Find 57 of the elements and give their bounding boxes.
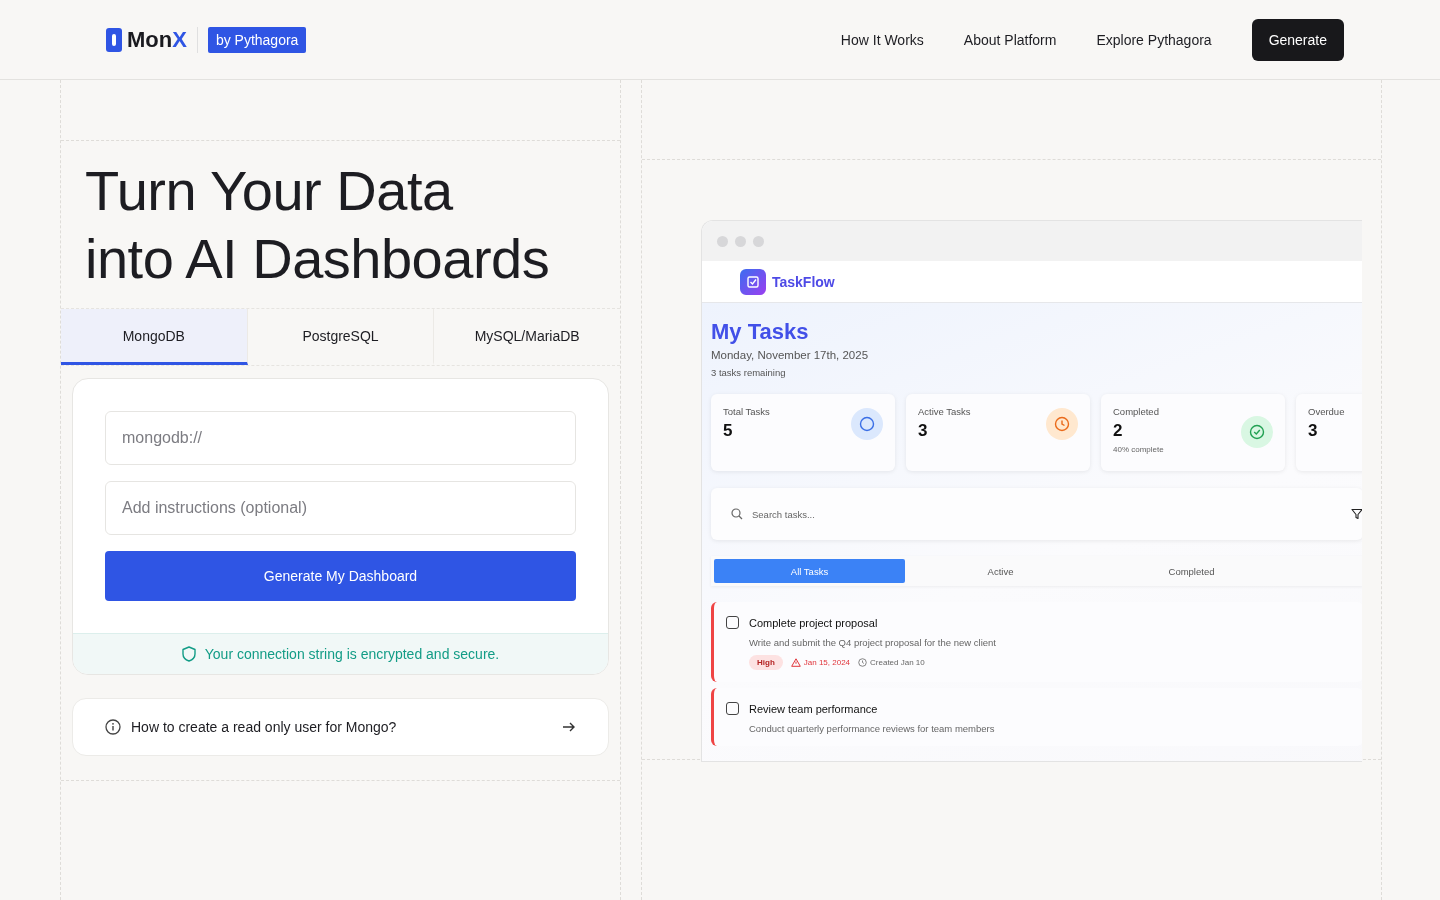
priority-tag: High [749, 655, 783, 670]
task-title: Complete project proposal [749, 616, 878, 629]
brand-badge: by Pythagora [207, 26, 307, 53]
page-title: My Tasks [711, 319, 810, 345]
database-tab[interactable]: PostgreSQL [247, 309, 435, 365]
search-icon [731, 508, 743, 520]
shield-icon [181, 646, 196, 662]
warning-icon [790, 658, 801, 667]
app-name: TaskFlow [772, 273, 835, 290]
logo-text: MonX [127, 26, 187, 53]
task-tab[interactable]: Active [905, 559, 1096, 583]
task-description: Conduct quarterly performance reviews for team members [749, 723, 996, 734]
task-tab[interactable]: Completed [1096, 559, 1287, 583]
task-checkbox[interactable] [726, 702, 739, 715]
search-field[interactable]: Search tasks... [711, 488, 1362, 540]
remaining-text: 3 tasks remaining [711, 367, 787, 378]
hero-title: Turn Your Data into AI Dashboards [85, 158, 551, 292]
stat-value: 3 [1308, 421, 1319, 441]
nav-link[interactable]: Explore Pythagora [1096, 31, 1212, 48]
generate-dashboard-button[interactable]: Generate My Dashboard [105, 551, 576, 601]
logo-icon [106, 27, 122, 52]
task-title: Review team performance [749, 702, 878, 715]
clock-icon [858, 658, 868, 667]
stat-value: 3 [918, 421, 929, 441]
security-note: Your connection string is encrypted and secure. [204, 646, 500, 662]
instructions-field[interactable]: Add instructions (optional) [105, 481, 576, 535]
stat-note: 40% complete [1113, 445, 1164, 454]
arrow-icon [562, 721, 576, 733]
generate-button[interactable]: Generate [1251, 18, 1344, 61]
date-text: Monday, November 17th, 2025 [711, 349, 870, 361]
check-circle-icon [1241, 416, 1273, 448]
checkbox-logo-icon [740, 268, 766, 295]
window-dot [735, 235, 746, 247]
logo[interactable]: MonX [106, 26, 187, 53]
stat-label: Overdue [1308, 406, 1345, 417]
info-icon [105, 719, 121, 735]
stat-label: Total Tasks [723, 406, 770, 417]
database-tab[interactable]: MongoDB [61, 309, 248, 365]
clock-icon [1046, 408, 1078, 440]
nav-link[interactable]: How It Works [840, 31, 924, 48]
window-dot [753, 235, 764, 247]
connection-string-field[interactable]: mongodb:// [105, 411, 576, 465]
database-tab[interactable]: MySQL/MariaDB [434, 309, 620, 365]
help-link[interactable]: How to create a read only user for Mongo? [72, 698, 609, 756]
filter-icon[interactable] [1351, 508, 1362, 520]
task-description: Write and submit the Q4 project proposal for the new client [749, 637, 997, 648]
due-date: Jan 15, 2024 [803, 658, 851, 667]
task-checkbox[interactable] [726, 616, 739, 629]
window-dot [717, 235, 728, 247]
nav-link[interactable]: About Platform [963, 31, 1057, 48]
stat-value: 5 [723, 421, 734, 441]
task-tab[interactable]: All Tasks [714, 559, 905, 583]
circle-icon [851, 408, 883, 440]
stat-value: 2 [1113, 421, 1124, 441]
stat-label: Active Tasks [918, 406, 971, 417]
created-date: Created Jan 10 [870, 658, 925, 667]
stat-label: Completed [1113, 406, 1160, 417]
